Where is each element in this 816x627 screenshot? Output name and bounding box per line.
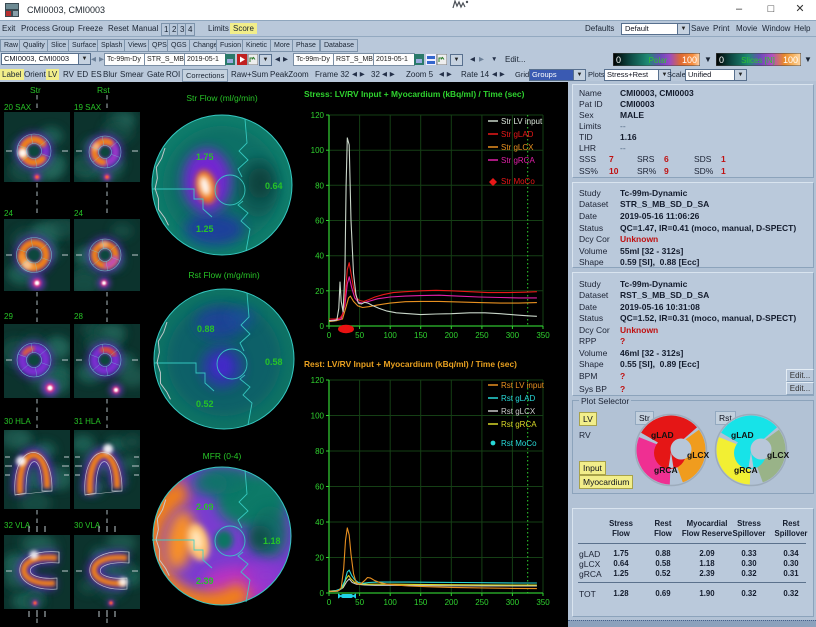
svg-text:350: 350 xyxy=(536,331,550,340)
svg-text:100: 100 xyxy=(311,412,325,421)
svg-text:Str gLAD: Str gLAD xyxy=(501,130,534,139)
svg-text:60: 60 xyxy=(315,217,324,226)
svg-text:gLCX: gLCX xyxy=(767,450,790,460)
svg-text:2.39: 2.39 xyxy=(196,576,214,586)
svg-text:19 SAX: 19 SAX xyxy=(74,103,102,112)
svg-text:60: 60 xyxy=(315,483,324,492)
svg-text:0.64: 0.64 xyxy=(265,181,283,191)
svg-text:100: 100 xyxy=(384,331,398,340)
svg-text:28: 28 xyxy=(74,312,83,321)
svg-text:Str Flow (ml/g/min): Str Flow (ml/g/min) xyxy=(186,93,257,103)
svg-text:Rst: Rst xyxy=(97,85,110,95)
svg-text:Str gRCA: Str gRCA xyxy=(501,156,535,165)
svg-text:0.88: 0.88 xyxy=(197,324,215,334)
svg-text:100: 100 xyxy=(783,55,798,65)
svg-text:350: 350 xyxy=(536,598,550,607)
svg-text:0: 0 xyxy=(719,55,724,65)
svg-text:Rest: LV/RV Input + Myocardium: Rest: LV/RV Input + Myocardium (kBq/ml) … xyxy=(304,359,517,369)
svg-text:1.75: 1.75 xyxy=(196,152,214,162)
svg-text:31 HLA: 31 HLA xyxy=(74,417,101,426)
svg-text:40: 40 xyxy=(315,518,324,527)
svg-text:2.09: 2.09 xyxy=(196,502,214,512)
svg-text:0.58: 0.58 xyxy=(265,357,283,367)
svg-text:30 HLA: 30 HLA xyxy=(4,417,31,426)
svg-text:Str LV input: Str LV input xyxy=(501,117,543,126)
svg-text:120: 120 xyxy=(311,376,325,385)
svg-text:80: 80 xyxy=(315,447,324,456)
svg-text:1.18: 1.18 xyxy=(263,536,281,546)
svg-text:20 SAX: 20 SAX xyxy=(4,103,32,112)
svg-text:250: 250 xyxy=(475,598,489,607)
svg-text:0: 0 xyxy=(320,322,325,331)
svg-text:300: 300 xyxy=(506,598,520,607)
svg-text:Rst gLCX: Rst gLCX xyxy=(501,407,536,416)
svg-text:gRCA: gRCA xyxy=(734,465,758,475)
svg-text:Rst Flow (m/g/min): Rst Flow (m/g/min) xyxy=(188,270,259,280)
svg-text:250: 250 xyxy=(475,331,489,340)
svg-text:200: 200 xyxy=(445,598,459,607)
svg-text:50: 50 xyxy=(355,598,364,607)
svg-text:gRCA: gRCA xyxy=(654,465,678,475)
svg-text:0: 0 xyxy=(327,598,332,607)
svg-text:24: 24 xyxy=(74,209,83,218)
svg-text:Rst gLAD: Rst gLAD xyxy=(501,394,535,403)
svg-text:120: 120 xyxy=(311,111,325,120)
svg-text:29: 29 xyxy=(4,312,13,321)
svg-text:20: 20 xyxy=(315,287,324,296)
svg-text:30 VLA: 30 VLA xyxy=(74,521,101,530)
svg-text:80: 80 xyxy=(315,181,324,190)
svg-text:200: 200 xyxy=(445,331,459,340)
svg-text:gLCX: gLCX xyxy=(687,450,710,460)
svg-text:20: 20 xyxy=(315,554,324,563)
svg-text:gLAD: gLAD xyxy=(731,430,754,440)
svg-text:Rst gRCA: Rst gRCA xyxy=(501,420,537,429)
svg-text:100: 100 xyxy=(682,55,697,65)
svg-text:Rst LV input: Rst LV input xyxy=(501,381,545,390)
svg-text:Str gLCX: Str gLCX xyxy=(501,143,534,152)
svg-text:Slices [N]: Slices [N] xyxy=(741,56,775,65)
svg-text:1.25: 1.25 xyxy=(196,224,214,234)
svg-text:40: 40 xyxy=(315,252,324,261)
svg-text:300: 300 xyxy=(506,331,520,340)
svg-text:100: 100 xyxy=(311,146,325,155)
svg-text:50: 50 xyxy=(355,331,364,340)
svg-text:24: 24 xyxy=(4,209,13,218)
svg-text:32 VLA: 32 VLA xyxy=(4,521,31,530)
svg-text:0: 0 xyxy=(616,55,621,65)
svg-text:0: 0 xyxy=(327,331,332,340)
svg-text:0: 0 xyxy=(320,589,325,598)
svg-text:150: 150 xyxy=(414,331,428,340)
svg-text:150: 150 xyxy=(414,598,428,607)
svg-text:0.52: 0.52 xyxy=(196,399,214,409)
svg-text:Str: Str xyxy=(30,85,41,95)
svg-text:gLAD: gLAD xyxy=(651,430,674,440)
svg-text:Str MoCo: Str MoCo xyxy=(501,177,535,186)
svg-text:100: 100 xyxy=(384,598,398,607)
svg-text:MFR (0-4): MFR (0-4) xyxy=(203,451,242,461)
svg-text:Polar: Polar xyxy=(649,56,668,65)
svg-text:Stress: LV/RV Input + Myocardi: Stress: LV/RV Input + Myocardium (kBq/ml… xyxy=(304,89,525,99)
svg-text:Rst MoCo: Rst MoCo xyxy=(501,439,537,448)
